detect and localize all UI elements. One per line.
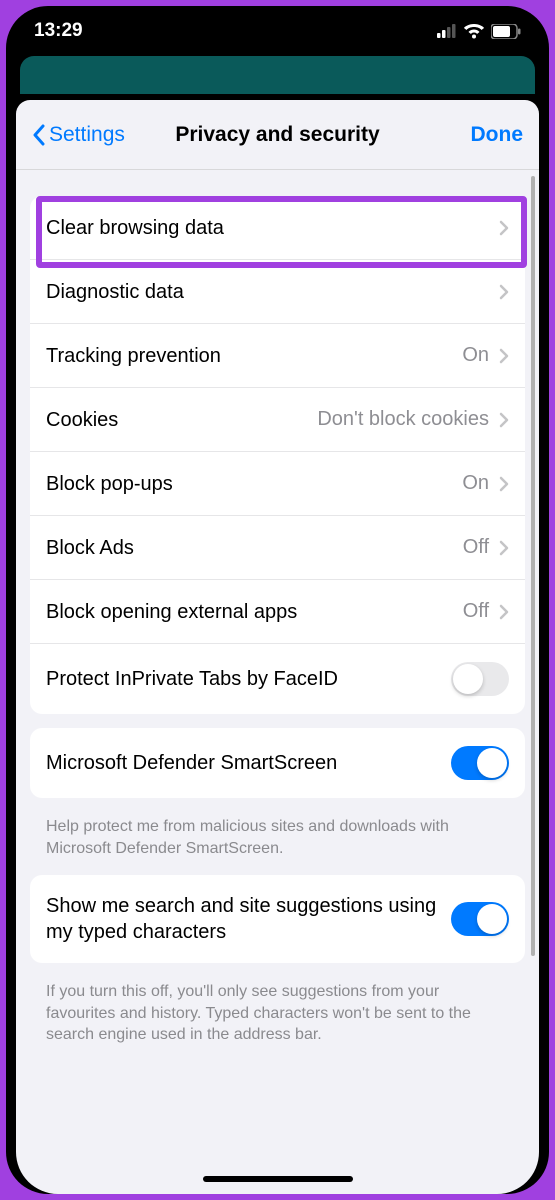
- row-label: Block pop-ups: [46, 471, 462, 497]
- chevron-right-icon: [499, 412, 509, 428]
- scrollbar[interactable]: [531, 176, 535, 956]
- row-tracking-prevention[interactable]: Tracking prevention On: [30, 324, 525, 388]
- section-smartscreen: Microsoft Defender SmartScreen: [30, 728, 525, 798]
- row-search-suggestions: Show me search and site suggestions usin…: [30, 875, 525, 963]
- phone-frame: 13:29: [6, 6, 549, 1194]
- row-label: Clear browsing data: [46, 215, 499, 241]
- chevron-right-icon: [499, 348, 509, 364]
- section-search-suggestions: Show me search and site suggestions usin…: [30, 875, 525, 963]
- row-smartscreen: Microsoft Defender SmartScreen: [30, 728, 525, 798]
- chevron-right-icon: [499, 604, 509, 620]
- toggle-protect-inprivate[interactable]: [451, 662, 509, 696]
- toggle-knob: [453, 664, 483, 694]
- row-value: Don't block cookies: [317, 408, 489, 431]
- row-value: Off: [463, 600, 489, 623]
- chevron-right-icon: [499, 476, 509, 492]
- row-label: Microsoft Defender SmartScreen: [46, 750, 451, 776]
- page-title: Privacy and security: [175, 123, 379, 147]
- toggle-knob: [477, 748, 507, 778]
- back-button[interactable]: Settings: [32, 123, 125, 147]
- chevron-right-icon: [499, 540, 509, 556]
- row-block-external-apps[interactable]: Block opening external apps Off: [30, 580, 525, 644]
- status-icons: [437, 24, 521, 39]
- row-label: Block opening external apps: [46, 599, 463, 625]
- row-value: On: [462, 344, 489, 367]
- settings-sheet: Settings Privacy and security Done Clear…: [16, 100, 539, 1194]
- toggle-smartscreen[interactable]: [451, 746, 509, 780]
- toggle-search-suggestions[interactable]: [451, 902, 509, 936]
- row-value: On: [462, 472, 489, 495]
- row-block-popups[interactable]: Block pop-ups On: [30, 452, 525, 516]
- section-privacy-main: Clear browsing data Diagnostic data Trac…: [30, 196, 525, 714]
- battery-icon: [491, 24, 521, 39]
- footer-smartscreen: Help protect me from malicious sites and…: [30, 812, 525, 875]
- cellular-icon: [437, 24, 457, 38]
- row-label: Block Ads: [46, 535, 463, 561]
- background-card: [20, 56, 535, 94]
- navigation-bar: Settings Privacy and security Done: [16, 100, 539, 170]
- row-label: Cookies: [46, 407, 317, 433]
- row-clear-browsing-data[interactable]: Clear browsing data: [30, 196, 525, 260]
- chevron-right-icon: [499, 284, 509, 300]
- home-indicator[interactable]: [203, 1176, 353, 1182]
- status-time: 13:29: [34, 20, 83, 42]
- row-value: Off: [463, 536, 489, 559]
- row-block-ads[interactable]: Block Ads Off: [30, 516, 525, 580]
- row-label: Diagnostic data: [46, 279, 499, 305]
- wifi-icon: [464, 24, 484, 39]
- toggle-knob: [477, 904, 507, 934]
- row-label: Show me search and site suggestions usin…: [46, 893, 451, 945]
- content-scroll[interactable]: Clear browsing data Diagnostic data Trac…: [16, 170, 539, 1194]
- chevron-right-icon: [499, 220, 509, 236]
- back-label: Settings: [49, 123, 125, 147]
- row-label: Tracking prevention: [46, 343, 462, 369]
- chevron-left-icon: [32, 124, 45, 146]
- row-label: Protect InPrivate Tabs by FaceID: [46, 666, 451, 692]
- row-diagnostic-data[interactable]: Diagnostic data: [30, 260, 525, 324]
- done-button[interactable]: Done: [471, 123, 524, 147]
- footer-search-suggestions: If you turn this off, you'll only see su…: [30, 977, 525, 1062]
- status-bar: 13:29: [6, 6, 549, 56]
- row-protect-inprivate: Protect InPrivate Tabs by FaceID: [30, 644, 525, 714]
- row-cookies[interactable]: Cookies Don't block cookies: [30, 388, 525, 452]
